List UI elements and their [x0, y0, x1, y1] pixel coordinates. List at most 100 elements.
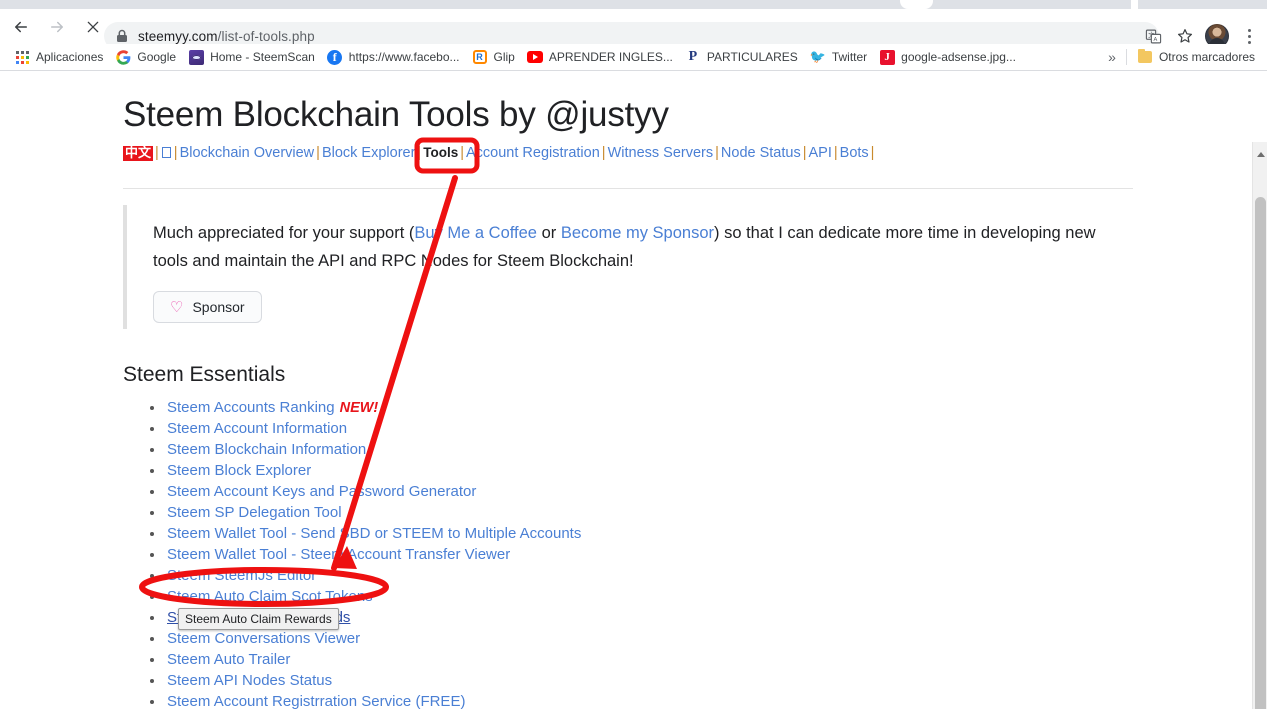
tool-link[interactable]: Steem API Nodes Status [167, 672, 332, 689]
browser-toolbar: steemyy.com/list-of-tools.php 文 A [0, 9, 1267, 50]
tool-link[interactable]: Steem Auto Claim Scot Tokens [167, 588, 373, 605]
bookmark-steemscan[interactable]: Home - SteemScan [182, 46, 321, 68]
twitter-icon: 🐦 [809, 49, 826, 64]
jdownloader-icon: J [879, 49, 895, 65]
tool-link[interactable]: Steem SteemJs Editor [167, 567, 316, 584]
forward-arrow-icon [51, 21, 63, 32]
back-button[interactable] [6, 12, 36, 42]
list-item: Steem Conversations Viewer [165, 628, 1133, 649]
list-item: Steem Wallet Tool - Steem Account Transf… [165, 544, 1133, 565]
nav-item-account-registration[interactable]: Account Registration [466, 145, 600, 161]
section-title-steem-essentials: Steem Essentials [123, 363, 286, 386]
list-item: Steem Accounts RankingNEW! [165, 397, 1133, 418]
nav-language-toggle[interactable]: 中文 [123, 146, 154, 161]
tool-link[interactable]: Steem SP Delegation Tool [167, 504, 342, 521]
buy-me-a-coffee-link[interactable]: Buy Me a Coffee [414, 224, 537, 242]
close-x-icon [87, 21, 99, 32]
bookmarks-bar: Aplicaciones Google Home - SteemScan f h… [0, 44, 1267, 71]
list-item: Steem SteemJs Editor [165, 565, 1133, 586]
horizontal-divider [123, 188, 1133, 189]
bookmark-glip[interactable]: R Glip [466, 46, 521, 68]
forward-button[interactable] [42, 12, 72, 42]
page-scrollbar[interactable] [1252, 142, 1267, 709]
google-icon [115, 49, 131, 65]
nav-item-api[interactable]: API [809, 145, 832, 161]
bookmark-facebook[interactable]: f https://www.facebo... [321, 46, 466, 68]
bookmark-apps[interactable]: Aplicaciones [8, 46, 109, 68]
youtube-icon [526, 49, 543, 65]
become-my-sponsor-link[interactable]: Become my Sponsor [561, 224, 714, 242]
bookmark-label: APRENDER INGLES... [548, 50, 673, 64]
back-arrow-icon [15, 21, 27, 32]
bookmark-google-adsense[interactable]: J google-adsense.jpg... [873, 46, 1022, 68]
bookmark-label: Google [137, 50, 177, 64]
bookmark-label: https://www.facebo... [348, 50, 460, 64]
tool-link[interactable]: Steem Blockchain Information [167, 441, 366, 458]
bookmark-label: PARTICULARES [706, 50, 798, 64]
url-host: steemyy.com [138, 28, 218, 44]
tools-list: Steem Accounts RankingNEW! Steem Account… [123, 397, 1133, 709]
translate-icon: 文 A [1145, 29, 1161, 43]
facebook-icon: f [327, 49, 343, 65]
address-bar-text: steemyy.com/list-of-tools.php [138, 29, 315, 44]
list-item: Steem Account Keys and Password Generato… [165, 481, 1133, 502]
other-bookmarks-label: Otros marcadores [1158, 50, 1255, 64]
tool-link[interactable]: Steem Conversations Viewer [167, 630, 360, 647]
scrollbar-thumb[interactable] [1255, 197, 1266, 709]
tool-link[interactable]: Steem Block Explorer [167, 462, 311, 479]
list-item: Steem API Nodes Status [165, 670, 1133, 691]
bookmark-aprender-ingles[interactable]: APRENDER INGLES... [521, 46, 679, 68]
list-item: Steem Wallet Tool - Send SBD or STEEM to… [165, 523, 1133, 544]
lock-icon [116, 29, 128, 43]
folder-icon [1137, 49, 1153, 65]
bookmark-label: Aplicaciones [36, 50, 104, 64]
star-icon [1177, 29, 1193, 43]
bookmarks-overflow-button[interactable]: » [1102, 49, 1122, 65]
nav-item-node-status[interactable]: Node Status [721, 145, 801, 161]
glip-icon: R [472, 49, 488, 65]
browser-window: steemyy.com/list-of-tools.php 文 A [0, 0, 1267, 709]
tool-link[interactable]: Steem Auto Trailer [167, 651, 290, 668]
nav-item-blockchain-overview[interactable]: Blockchain Overview [180, 145, 315, 161]
bookmark-label: google-adsense.jpg... [901, 50, 1016, 64]
tool-link[interactable]: Steem Wallet Tool - Steem Account Transf… [167, 546, 510, 563]
nav-missing-glyph-icon[interactable] [161, 147, 171, 158]
sponsor-button[interactable]: ♡ Sponsor [153, 291, 262, 323]
url-path: /list-of-tools.php [217, 28, 315, 44]
tool-link[interactable]: Steem Accounts Ranking [167, 399, 335, 416]
tab-gap [1131, 0, 1138, 9]
tab-gap [900, 0, 933, 9]
nav-item-witness-servers[interactable]: Witness Servers [608, 145, 714, 161]
tool-link[interactable]: Steem Account Keys and Password Generato… [167, 483, 476, 500]
apps-grid-icon [14, 49, 30, 65]
list-item: Steem Account Registrration Service (FRE… [165, 691, 1133, 709]
link-tooltip: Steem Auto Claim Rewards [178, 608, 339, 630]
tool-link[interactable]: Steem Account Information [167, 420, 347, 437]
support-text: Much appreciated for your support (Buy M… [153, 219, 1133, 275]
heart-icon: ♡ [170, 298, 184, 316]
nav-item-block-explorer[interactable]: Block Explorer [322, 145, 415, 161]
list-item: Steem Account Information [165, 418, 1133, 439]
bookmark-twitter[interactable]: 🐦 Twitter [804, 46, 873, 68]
paypal-icon: P [688, 49, 698, 64]
support-text-before: Much appreciated for your support ( [153, 224, 415, 242]
svg-text:A: A [1153, 37, 1157, 43]
other-bookmarks-button[interactable]: Otros marcadores [1131, 46, 1261, 68]
tool-link[interactable]: Steem Wallet Tool - Send SBD or STEEM to… [167, 525, 581, 542]
nav-item-tools[interactable]: Tools [423, 145, 458, 160]
site-nav: 中文 | | Blockchain Overview | Block Explorer | T… [123, 145, 875, 161]
list-item: Steem Block Explorer [165, 460, 1133, 481]
scroll-up-arrow-icon[interactable] [1257, 152, 1265, 157]
tab-strip[interactable] [0, 0, 1267, 9]
bookmark-particulares[interactable]: P PARTICULARES [679, 46, 804, 68]
list-item: Steem Auto Trailer [165, 649, 1133, 670]
steemscan-icon [188, 49, 204, 65]
page-title: Steem Blockchain Tools by @justyy [123, 95, 669, 134]
new-badge: NEW! [339, 400, 379, 416]
sponsor-button-label: Sponsor [192, 299, 245, 315]
support-text-or: or [537, 224, 561, 242]
nav-item-bots[interactable]: Bots [840, 145, 869, 161]
tool-link[interactable]: Steem Account Registrration Service (FRE… [167, 693, 465, 709]
bookmark-google[interactable]: Google [109, 46, 182, 68]
bookmark-label: Home - SteemScan [210, 50, 315, 64]
